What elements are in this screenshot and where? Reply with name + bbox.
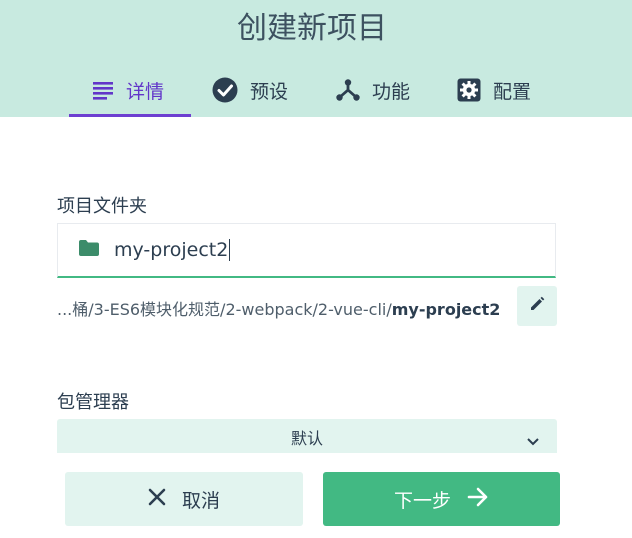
folder-icon	[78, 239, 100, 261]
folder-label: 项目文件夹	[57, 196, 147, 217]
folder-input[interactable]: my-project2	[57, 223, 556, 278]
next-button[interactable]: 下一步	[323, 472, 560, 526]
folder-path-prefix: ...桶/3-ES6模块化规范/2-webpack/2-vue-cli/	[57, 300, 392, 319]
page-title: 创建新项目	[237, 11, 387, 46]
list-icon	[92, 80, 114, 100]
package-manager-label: 包管理器	[57, 392, 129, 413]
header: 创建新项目 详情 预设 功能 配置	[0, 0, 632, 117]
tab-presets[interactable]: 预设	[212, 72, 288, 108]
tab-label: 功能	[372, 80, 411, 103]
chevron-down-icon	[527, 431, 539, 450]
tab-label: 配置	[493, 80, 532, 103]
tab-label: 详情	[126, 80, 165, 103]
cancel-label: 取消	[181, 489, 220, 512]
cancel-button[interactable]: 取消	[65, 472, 303, 526]
check-circle-icon	[212, 77, 238, 103]
folder-path-name: my-project2	[391, 300, 501, 319]
tab-label: 预设	[250, 80, 289, 103]
next-label: 下一步	[393, 489, 451, 512]
folder-input-value[interactable]: my-project2	[114, 239, 231, 262]
arrow-right-icon	[467, 487, 489, 512]
gear-box-icon	[457, 78, 481, 102]
tab-features[interactable]: 功能	[336, 72, 410, 108]
folder-path: ...桶/3-ES6模块化规范/2-webpack/2-vue-cli/my-p…	[57, 296, 507, 320]
pencil-icon	[529, 296, 545, 316]
tab-config[interactable]: 配置	[457, 72, 531, 108]
package-manager-select[interactable]: 默认	[57, 419, 557, 453]
edit-path-button[interactable]	[517, 286, 557, 326]
package-manager-value: 默认	[290, 429, 323, 448]
fork-icon	[336, 78, 360, 102]
active-tab-indicator	[69, 114, 191, 117]
tab-details[interactable]: 详情	[92, 72, 164, 108]
close-icon	[148, 488, 166, 511]
